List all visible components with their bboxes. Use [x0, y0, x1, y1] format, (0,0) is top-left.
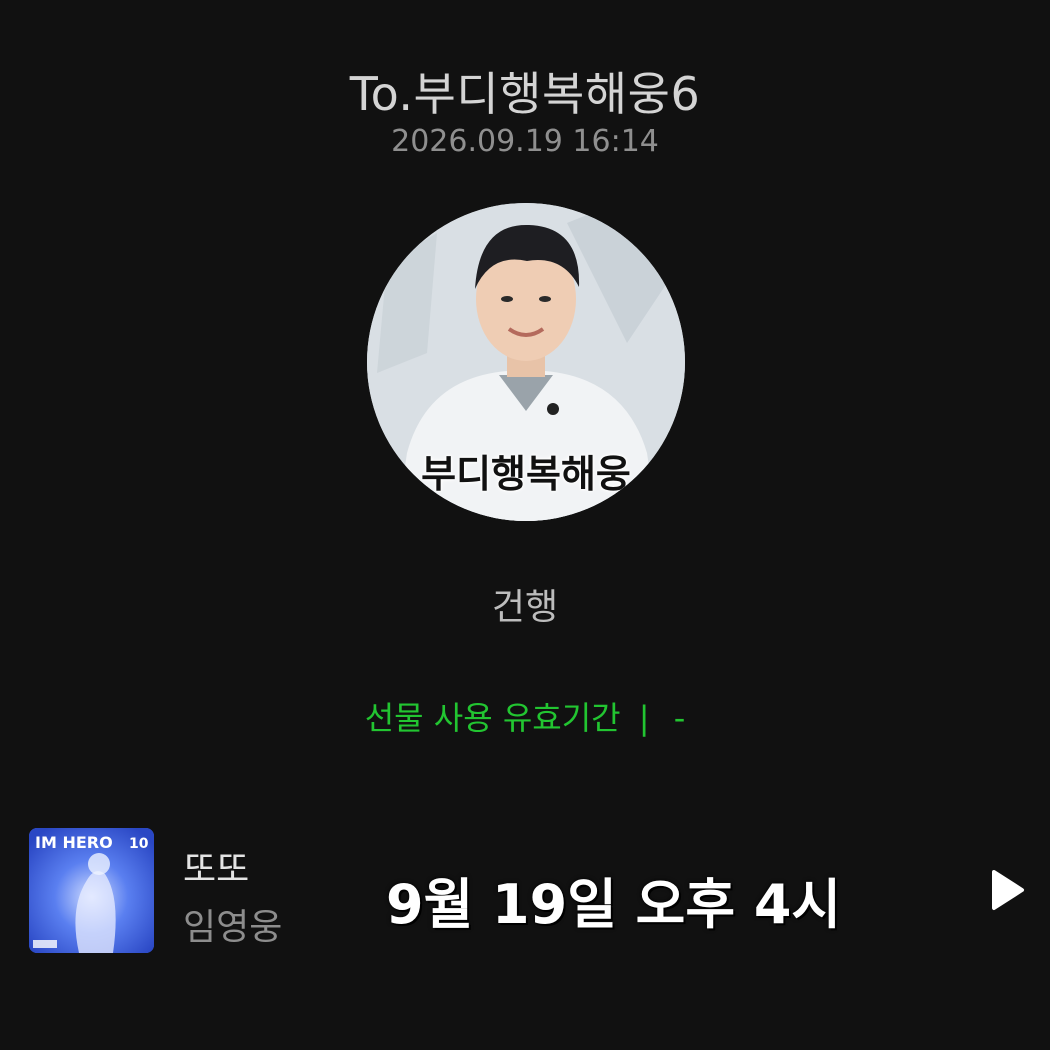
sent-datetime: 2026.09.19 16:14: [391, 124, 659, 159]
gift-validity-line: 선물 사용 유효기간 | -: [0, 693, 1050, 739]
album-title-art: IM HERO: [35, 833, 113, 852]
attached-music-player[interactable]: IM HERO 10 또또 임영웅 9월 19일 오후 4시: [0, 820, 1050, 960]
play-button[interactable]: [982, 866, 1030, 914]
album-art: IM HERO 10: [29, 828, 154, 953]
validity-value: -: [673, 699, 686, 737]
profile-image: 부디행복해웅: [367, 203, 685, 521]
svg-text:10: 10: [129, 836, 149, 852]
profile-image-caption: 부디행복해웅: [421, 452, 631, 496]
play-icon: [992, 870, 1024, 910]
validity-label: 선물 사용 유효기간: [364, 699, 621, 737]
recipient-title: To.부디행복해웅6: [349, 67, 701, 121]
song-title: 또또: [183, 849, 250, 890]
song-artist: 임영웅: [183, 907, 283, 948]
overlay-caption: 9월 19일 오후 4시: [386, 873, 842, 936]
album-cover-illustration: IM HERO 10: [29, 828, 154, 953]
gift-message-text: 건행: [491, 587, 559, 628]
validity-separator: |: [638, 699, 650, 737]
